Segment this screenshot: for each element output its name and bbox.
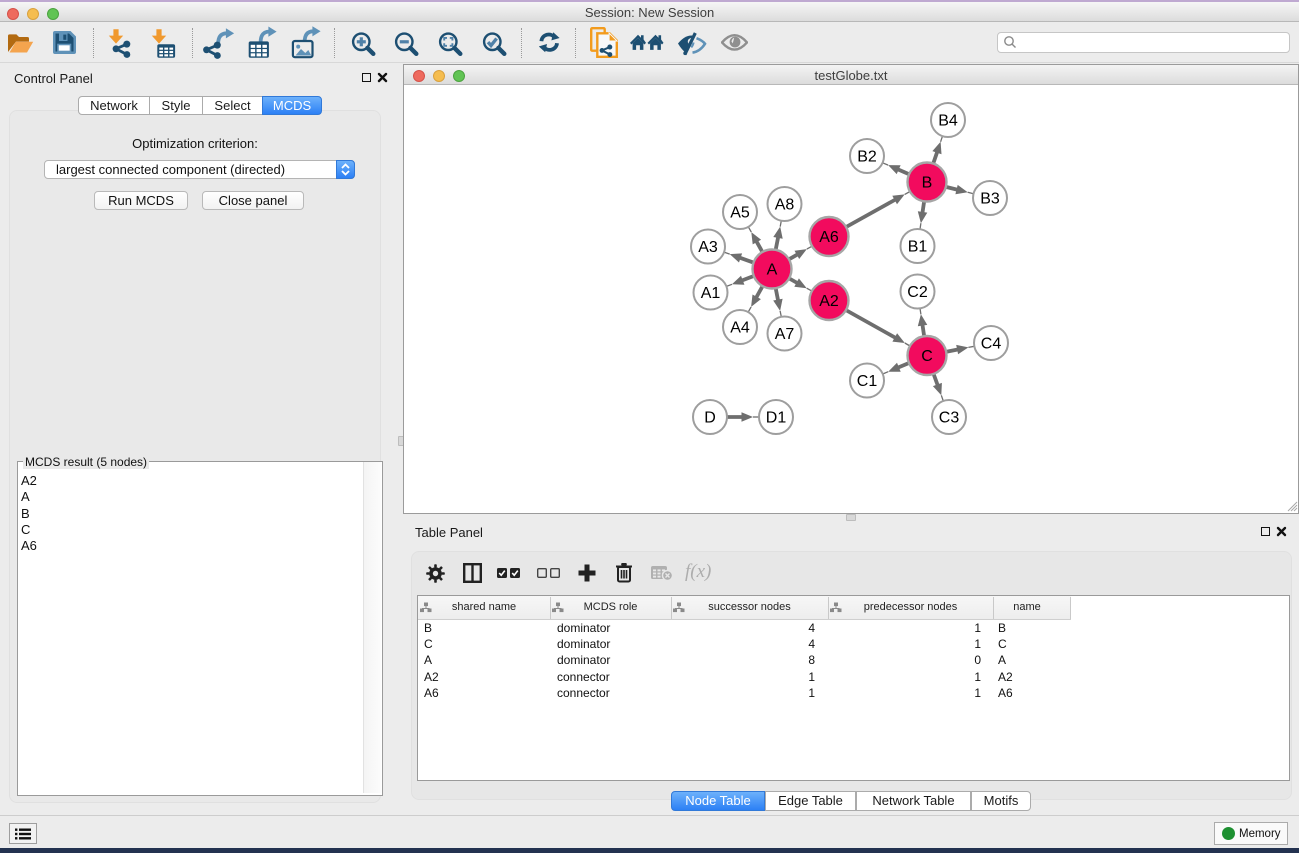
svg-text:B1: B1 <box>908 239 928 256</box>
svg-text:A8: A8 <box>775 197 795 214</box>
svg-text:B2: B2 <box>857 149 877 166</box>
svg-text:C3: C3 <box>939 410 960 427</box>
svg-text:D: D <box>704 410 716 427</box>
svg-text:A3: A3 <box>698 239 718 256</box>
svg-text:B3: B3 <box>980 191 1000 208</box>
svg-text:B: B <box>922 175 933 192</box>
svg-text:A7: A7 <box>775 326 795 343</box>
svg-text:C2: C2 <box>907 284 928 301</box>
svg-text:A4: A4 <box>730 320 750 337</box>
svg-text:B4: B4 <box>938 113 958 130</box>
svg-text:A1: A1 <box>701 285 721 302</box>
svg-text:C4: C4 <box>981 336 1002 353</box>
svg-text:A: A <box>767 262 778 279</box>
svg-text:A6: A6 <box>819 229 839 246</box>
svg-text:C1: C1 <box>857 373 878 390</box>
svg-text:C: C <box>921 348 933 365</box>
svg-text:D1: D1 <box>766 410 787 427</box>
svg-text:A5: A5 <box>730 205 750 222</box>
svg-text:A2: A2 <box>819 293 839 310</box>
